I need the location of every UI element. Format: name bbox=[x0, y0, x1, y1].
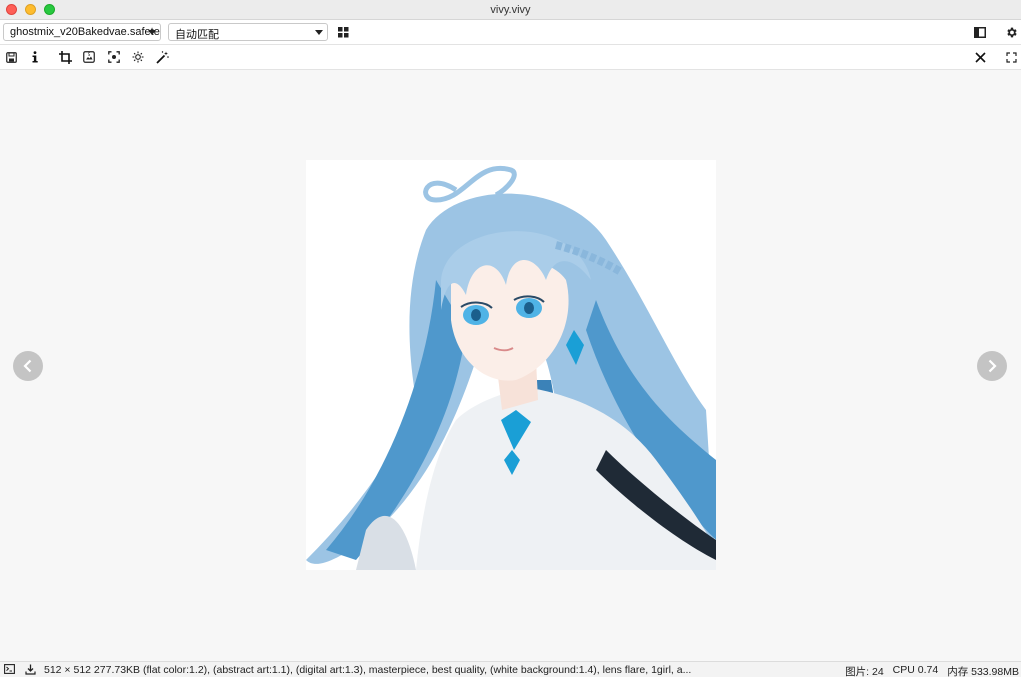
window-maximize-button[interactable] bbox=[44, 4, 55, 15]
window-close-button[interactable] bbox=[6, 4, 17, 15]
info-icon[interactable] bbox=[27, 49, 43, 65]
save-icon[interactable] bbox=[3, 49, 19, 65]
image-scale-icon[interactable]: S bbox=[81, 49, 97, 65]
window-title: vivy.vivy bbox=[490, 3, 531, 16]
svg-text:S: S bbox=[88, 52, 91, 57]
focus-icon[interactable] bbox=[106, 49, 122, 65]
match-mode-select[interactable]: 自动匹配 bbox=[168, 23, 328, 41]
image-toolbar: S bbox=[0, 45, 1021, 70]
crop-icon[interactable] bbox=[57, 49, 73, 65]
anime-girl-illustration bbox=[306, 160, 716, 570]
caret-down-icon bbox=[148, 30, 156, 35]
gear-icon[interactable] bbox=[1003, 24, 1019, 40]
sidebar-toggle-icon[interactable] bbox=[972, 24, 988, 40]
close-icon[interactable] bbox=[972, 49, 988, 65]
caret-down-icon bbox=[315, 30, 323, 35]
image-viewer bbox=[0, 70, 1021, 661]
previous-image-button[interactable] bbox=[13, 351, 43, 381]
top-toolbar: ghostmix_v20Bakedvae.safetensors 自动匹配 bbox=[0, 20, 1021, 45]
image-count: 图片: 24 bbox=[845, 666, 884, 677]
magic-wand-icon[interactable] bbox=[154, 49, 170, 65]
memory-usage: 内存 533.98MB bbox=[947, 666, 1019, 677]
chevron-left-icon bbox=[23, 359, 32, 373]
fullscreen-icon[interactable] bbox=[1003, 49, 1019, 65]
terminal-icon[interactable] bbox=[2, 662, 16, 676]
model-select[interactable]: ghostmix_v20Bakedvae.safetensors bbox=[3, 23, 161, 41]
brightness-icon[interactable] bbox=[130, 49, 146, 65]
title-bar: vivy.vivy bbox=[0, 0, 1021, 20]
match-mode-value: 自动匹配 bbox=[175, 29, 219, 41]
generated-image bbox=[306, 160, 716, 570]
status-bar: 512 × 512 277.73KB (flat color:1.2), (ab… bbox=[0, 661, 1021, 677]
window-controls bbox=[6, 4, 55, 15]
window-minimize-button[interactable] bbox=[25, 4, 36, 15]
model-select-value: ghostmix_v20Bakedvae.safetensors bbox=[10, 26, 160, 38]
image-info-text: 512 × 512 277.73KB (flat color:1.2), (ab… bbox=[44, 664, 692, 676]
grid-icon[interactable] bbox=[335, 24, 351, 40]
chevron-right-icon bbox=[988, 359, 997, 373]
status-metrics: 图片: 24 CPU 0.74 内存 533.98MB bbox=[845, 664, 1019, 677]
next-image-button[interactable] bbox=[977, 351, 1007, 381]
download-icon[interactable] bbox=[23, 662, 37, 676]
cpu-usage: CPU 0.74 bbox=[892, 664, 939, 676]
app-window: vivy.vivy ghostmix_v20Bakedvae.safetenso… bbox=[0, 0, 1021, 677]
